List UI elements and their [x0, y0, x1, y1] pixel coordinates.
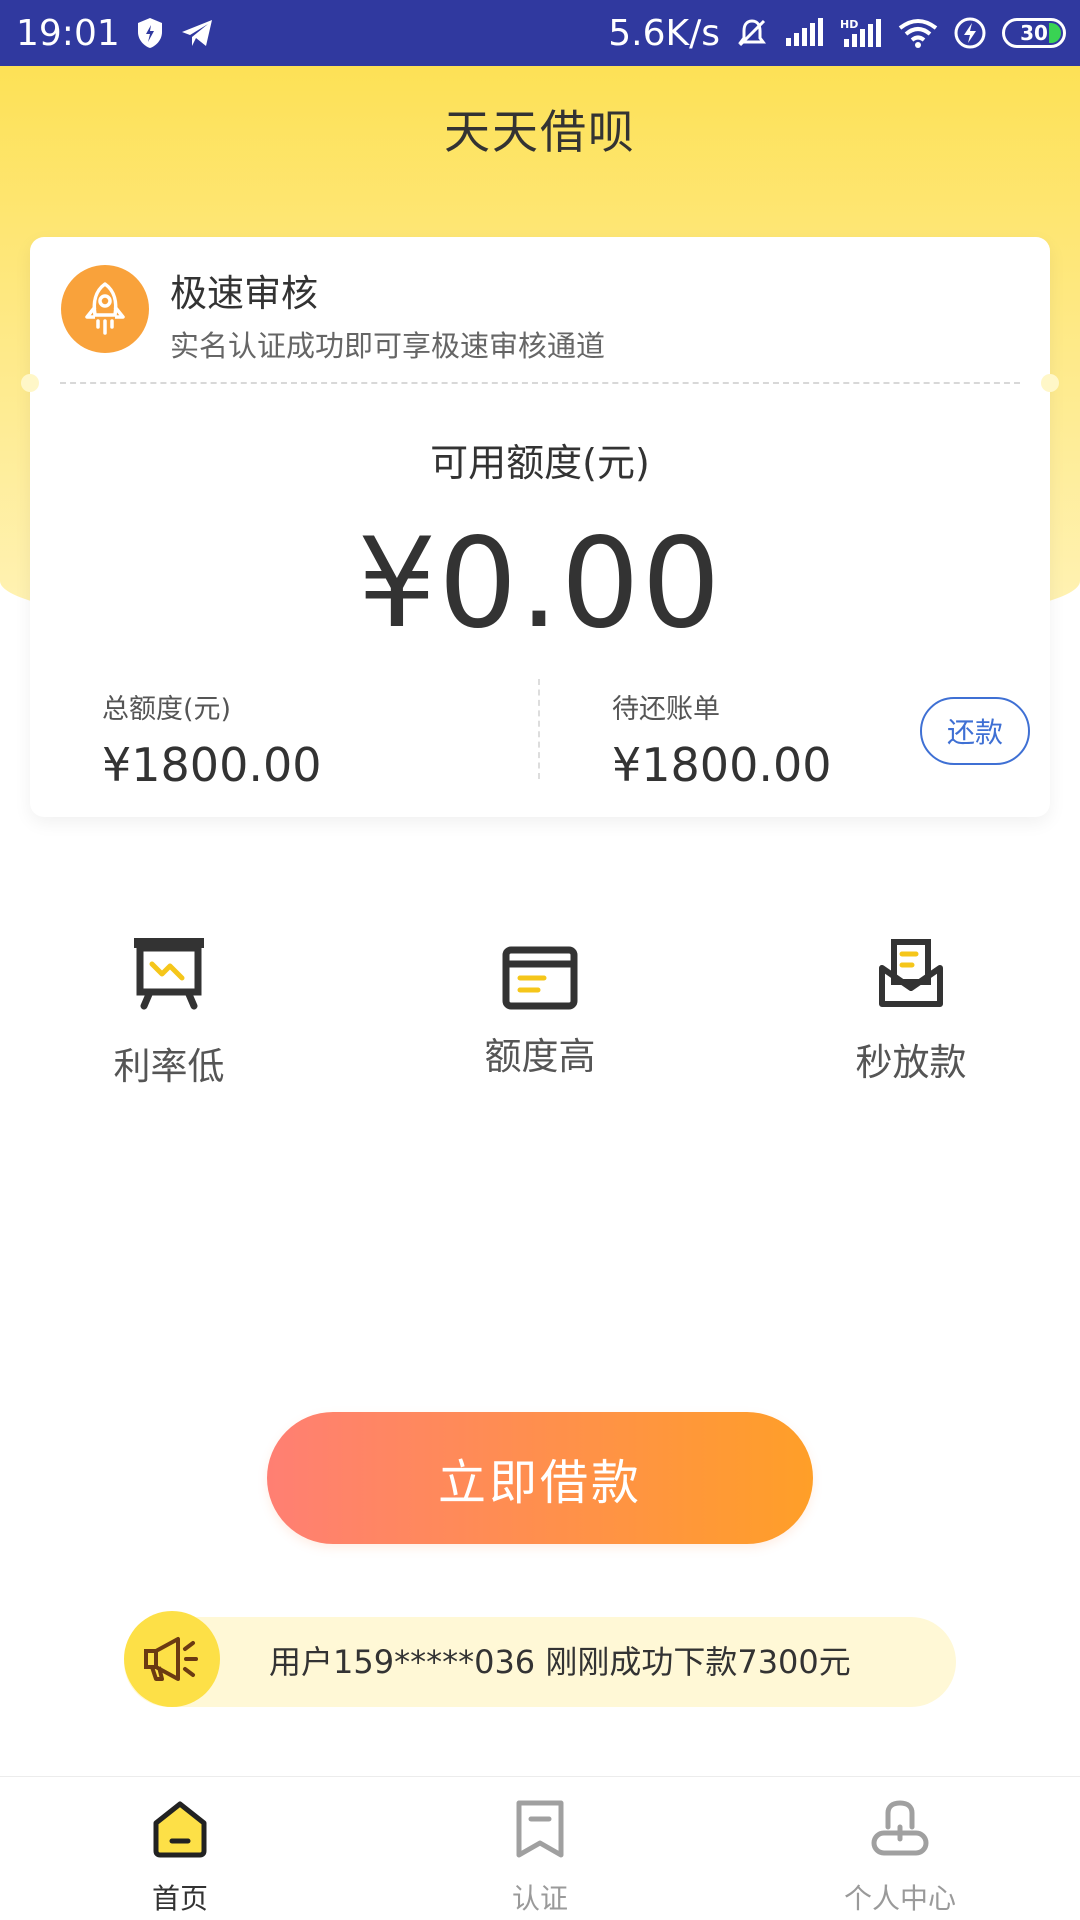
- user-icon: [800, 1799, 1000, 1875]
- shield-icon: [136, 17, 164, 49]
- mute-icon: [736, 17, 768, 49]
- repay-button[interactable]: 还款: [920, 697, 1030, 765]
- stats-divider: [538, 679, 540, 779]
- status-bar-left: 19:01: [16, 13, 214, 54]
- promo-subtitle: 实名认证成功即可享极速审核通道: [170, 329, 606, 363]
- rocket-icon: [61, 265, 149, 353]
- status-bar-right: 5.6K/s HD 30: [608, 13, 1066, 54]
- inbox-document-icon: [791, 930, 1031, 1010]
- telegram-icon: [180, 18, 214, 48]
- promo-title: 极速审核: [170, 272, 318, 315]
- network-speed: 5.6K/s: [608, 12, 720, 54]
- promo-banner[interactable]: 极速审核 实名认证成功即可享极速审核通道: [30, 237, 1050, 383]
- tab-verify-label: 认证: [511, 1882, 568, 1915]
- feature-high-limit-label: 额度高: [484, 1035, 596, 1078]
- total-credit-value: ¥1800.00: [102, 738, 322, 792]
- card-notch-right: [1041, 374, 1059, 392]
- notice-text: 用户159*****036 刚刚成功下款7300元: [269, 1643, 851, 1681]
- tab-home[interactable]: 首页: [80, 1777, 280, 1920]
- available-credit-label: 可用额度(元): [430, 441, 650, 485]
- home-icon: [80, 1799, 280, 1875]
- presentation-chart-icon: [49, 930, 289, 1010]
- status-time: 19:01: [16, 12, 120, 54]
- credit-card: 极速审核 实名认证成功即可享极速审核通道 可用额度(元) ¥0.00 总额度(元…: [21, 237, 1059, 817]
- megaphone-icon: [124, 1611, 220, 1707]
- status-bar: 19:01 5.6K/s HD 30: [0, 0, 1080, 66]
- battery-level: 30: [1020, 21, 1048, 45]
- battery-icon: 30: [1002, 18, 1066, 48]
- available-credit-value: ¥0.00: [357, 512, 723, 656]
- card-icon: [420, 930, 660, 1010]
- feature-low-rate-label: 利率低: [113, 1045, 225, 1088]
- pending-bill-label: 待还账单: [612, 694, 720, 725]
- charging-icon: [954, 17, 986, 49]
- tab-profile-label: 个人中心: [843, 1882, 956, 1915]
- total-credit-label: 总额度(元): [102, 694, 232, 725]
- screen: 19:01 5.6K/s HD 30 天天借呗 极速审核 实名认证成功即可享极速…: [0, 0, 1080, 1920]
- feature-fast-loan: 秒放款: [791, 930, 1031, 1086]
- tab-verify[interactable]: 认证: [440, 1777, 640, 1920]
- borrow-now-button[interactable]: 立即借款: [267, 1412, 813, 1544]
- tab-home-label: 首页: [151, 1882, 208, 1915]
- card-notch-left: [21, 374, 39, 392]
- tab-profile[interactable]: 个人中心: [800, 1777, 1000, 1920]
- feature-low-rate: 利率低: [49, 930, 289, 1090]
- signal-icon: [784, 18, 824, 48]
- bookmark-icon: [440, 1799, 640, 1875]
- wifi-icon: [898, 18, 938, 48]
- pending-bill: 待还账单 ¥1800.00: [612, 687, 832, 792]
- feature-fast-loan-label: 秒放款: [855, 1041, 967, 1084]
- card-divider: [60, 382, 1020, 384]
- svg-text:HD: HD: [840, 18, 858, 31]
- feature-high-limit: 额度高: [420, 930, 660, 1080]
- bottom-tab-bar: 首页 认证 个人中心: [0, 1776, 1080, 1920]
- total-credit: 总额度(元) ¥1800.00: [102, 687, 322, 792]
- app-title: 天天借呗: [444, 105, 636, 159]
- pending-bill-value: ¥1800.00: [612, 738, 832, 792]
- hd-signal-icon: HD: [840, 17, 882, 49]
- loan-notice-banner: 用户159*****036 刚刚成功下款7300元: [124, 1611, 956, 1707]
